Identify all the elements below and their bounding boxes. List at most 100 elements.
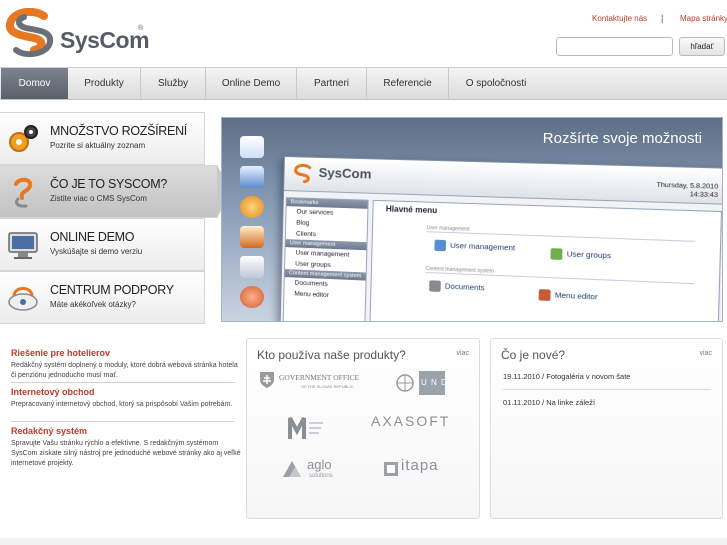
divider (11, 382, 235, 383)
feature-title: MNOŽSTVO ROZŠÍRENÍ (50, 124, 187, 138)
nav-item-domov[interactable]: Domov (1, 68, 68, 99)
partner-logo-axasoft[interactable]: AXASOFT (371, 413, 471, 433)
feature-support[interactable]: CENTRUM PODPORY Máte akékoľvek otázky? (0, 271, 205, 324)
solution-text: Prepracovaný internetový obchod, ktorý s… (11, 401, 233, 408)
feature-subtitle: Zistite viac o CMS SysCom (50, 194, 147, 203)
solutions-box: Riešenie pre hotelierov Redakčný systém … (0, 338, 241, 519)
news-link[interactable]: Na linke záleží (546, 398, 595, 407)
partner-logo-government[interactable]: GOVERNMENT OFFICE OF THE SLOVAK REPUBLIC (259, 371, 379, 393)
cms-main-title: Hlavné menu (385, 204, 438, 216)
partners-box: Kto používa naše produkty? viac GOVERNME… (246, 338, 480, 519)
calendar-icon (240, 136, 264, 158)
solution-hotels: Riešenie pre hotelierov Redakčný systém … (11, 348, 241, 381)
cms-time-line: 14:33:43 (689, 190, 719, 200)
feature-list: MNOŽSTVO ROZŠÍRENÍ Pozrite si aktuálny z… (0, 112, 231, 328)
nav-item-partneri[interactable]: Partneri (297, 68, 367, 99)
gears-icon (9, 125, 38, 152)
palette-icon (240, 196, 264, 218)
partner-name: U N D P (421, 378, 458, 387)
search-button[interactable]: hľadať (679, 37, 725, 56)
cms-button-label: User groups (566, 249, 612, 261)
windows-icon (240, 166, 264, 188)
slovak-crest-icon (260, 372, 274, 388)
cms-date-line: Thursday, 5.8.2010 (656, 181, 719, 191)
partners-more-link[interactable]: viac (457, 350, 469, 357)
cms-button-label: Menu editor (554, 290, 598, 302)
cms-documents: Documents (429, 280, 485, 294)
gallery-icon (240, 226, 264, 248)
partner-logo-aglo[interactable]: aglo solutions (281, 457, 361, 483)
feature-subtitle: Vyskúšajte si demo verziu (50, 247, 143, 256)
search-input[interactable] (556, 37, 673, 56)
cms-screenshot: SysCom Thursday, 5.8.2010 14:33:43 Bookm… (279, 156, 722, 321)
syscom-logo[interactable]: SysCom ® (4, 8, 154, 58)
solution-title[interactable]: Internetový obchod (11, 387, 241, 397)
news-date: 19.11.2010 (503, 372, 540, 381)
news-link[interactable]: Fotogaléria v novom šate (546, 372, 630, 381)
news-box-title: Čo je nové? (501, 348, 566, 362)
cms-date: Thursday, 5.8.2010 14:33:43 (656, 182, 718, 201)
top-link-separator: | (661, 13, 664, 23)
partner-name: AXASOFT (371, 413, 451, 429)
cms-logo-text: SysCom (318, 164, 372, 182)
news-more-link[interactable]: viac (700, 350, 712, 357)
contact-link[interactable]: Kontaktujte nás (592, 14, 647, 23)
solution-title[interactable]: Riešenie pre hotelierov (11, 348, 241, 358)
cms-main-panel: Hlavné menu User management User managem… (369, 199, 722, 321)
partner-logo-itapa[interactable]: itapa (383, 457, 463, 481)
banner-title: Rozšírte svoje možnosti (542, 130, 702, 147)
users-icon (240, 286, 264, 308)
feature-subtitle: Pozrite si aktuálny zoznam (50, 141, 146, 150)
cms-button-label: User management (450, 240, 516, 253)
page: SysCom ® Kontaktujte nás | Mapa stránky … (0, 0, 727, 545)
feature-title: CENTRUM PODPORY (50, 283, 174, 297)
partner-subname: solutions (309, 473, 333, 479)
m-logo-icon (288, 417, 323, 439)
partner-logo-undp[interactable]: U N D P (395, 371, 467, 395)
logo-text: SysCom (60, 27, 150, 53)
itapa-icon (384, 462, 398, 476)
cms-menu-editor: Menu editor (538, 289, 598, 303)
partner-logo-m[interactable] (287, 415, 327, 441)
partner-name: aglo (307, 457, 332, 472)
main-nav: Domov Produkty Služby Online Demo Partne… (0, 67, 727, 100)
nav-item-produkty[interactable]: Produkty (68, 68, 141, 99)
cms-logo-icon (292, 163, 315, 186)
nav-item-online-demo[interactable]: Online Demo (206, 68, 297, 99)
news-date: 01.11.2010 (503, 398, 540, 407)
solution-cms: Redakčný systém Spravujte Vašu stránku r… (11, 426, 241, 469)
solution-text: Spravujte Vašu stránku rýchlo a efektívn… (11, 440, 241, 467)
news-item[interactable]: 01.11.2010 / Na linke záleží (503, 398, 595, 407)
feature-subtitle: Máte akékoľvek otázky? (50, 300, 136, 309)
logo-swirl-icon (5, 8, 54, 58)
un-emblem-icon (396, 374, 414, 392)
footer-strip (0, 538, 727, 545)
nav-item-o-spolocnosti[interactable]: O spoločnosti (449, 68, 543, 99)
feature-title: ONLINE DEMO (50, 230, 135, 244)
feature-what-is-syscom[interactable]: ČO JE TO SYSCOM? Zistite viac o CMS SysC… (0, 165, 231, 218)
sitemap-link[interactable]: Mapa stránky (680, 14, 727, 23)
monitor-icon (8, 232, 38, 259)
menu-editor-icon (538, 289, 551, 301)
feature-online-demo[interactable]: ONLINE DEMO Vyskúšajte si demo verziu (0, 218, 205, 271)
solution-title[interactable]: Redakčný systém (11, 426, 241, 436)
partner-name: GOVERNMENT OFFICE (279, 373, 360, 382)
group-icon (550, 248, 563, 260)
partner-subname: OF THE SLOVAK REPUBLIC (301, 384, 354, 389)
cms-sidebar: Bookmarks Our services Blog Clients User… (282, 197, 369, 321)
news-item[interactable]: 19.11.2010 / Fotogaléria v novom šate (503, 372, 630, 381)
nav-item-referencie[interactable]: Referencie (367, 68, 449, 99)
feature-extensions[interactable]: MNOŽSTVO ROZŠÍRENÍ Pozrite si aktuálny z… (0, 112, 205, 165)
aglo-icon (283, 461, 301, 477)
cms-sidebar-item: Menu editor (294, 290, 329, 300)
user-icon (434, 239, 447, 252)
partner-name: itapa (401, 457, 439, 474)
nav-item-sluzby[interactable]: Služby (141, 68, 206, 99)
cms-user-management: User management (434, 239, 516, 254)
feature-title: ČO JE TO SYSCOM? (50, 177, 167, 191)
support-icon (8, 287, 38, 311)
hero-banner[interactable]: Rozšírte svoje možnosti SysCom Thursday,… (221, 117, 723, 322)
logo-registered-mark: ® (138, 25, 144, 32)
cms-button-label: Documents (444, 281, 485, 293)
partners-box-title: Kto používa naše produkty? (257, 348, 406, 362)
